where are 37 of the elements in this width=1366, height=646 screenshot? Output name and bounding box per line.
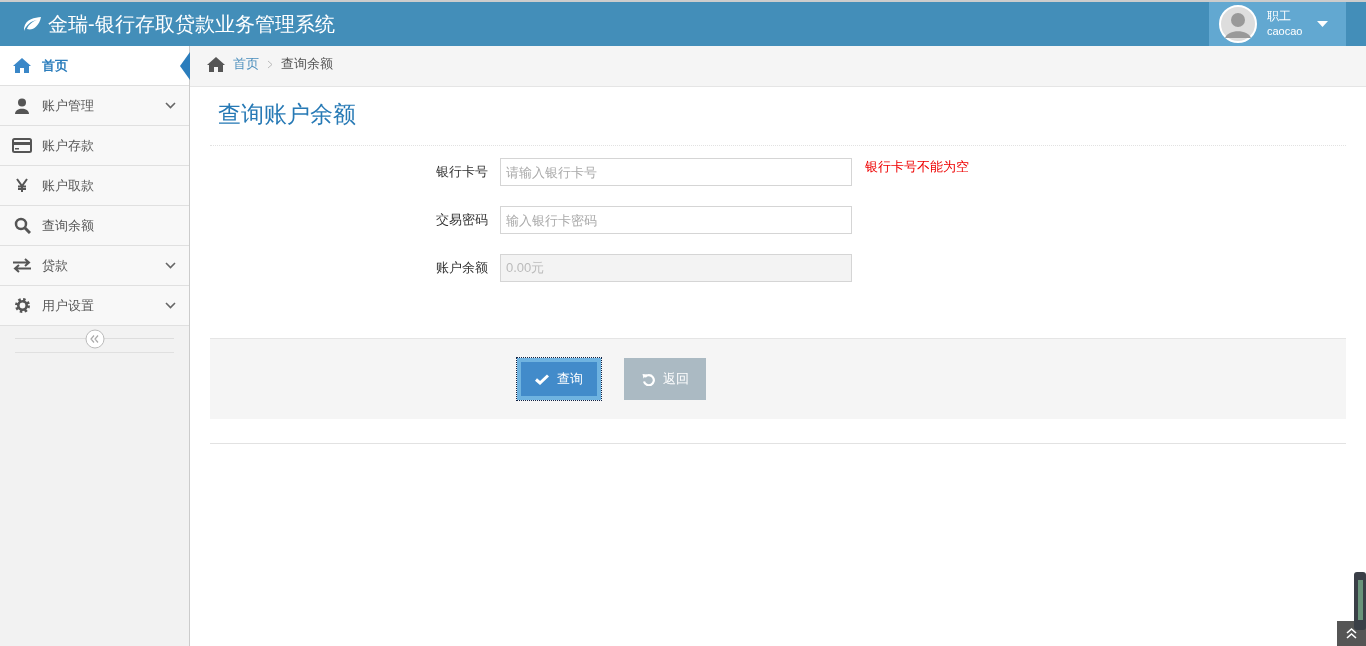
app-title: 金瑞-银行存取贷款业务管理系统 <box>48 11 335 37</box>
credit-card-icon <box>12 138 32 153</box>
checkmark-icon <box>535 373 549 385</box>
home-icon <box>13 58 31 73</box>
input-field[interactable]: 输入银行卡密码 <box>500 206 852 234</box>
user-icon <box>14 97 30 114</box>
error-message: 银行卡号不能为空 <box>865 158 969 176</box>
chevron-right-icon <box>267 59 273 69</box>
chevron-down-icon <box>165 102 176 109</box>
field-label: 交易密码 <box>435 211 488 229</box>
sidebar-item[interactable]: 贷款 <box>0 246 189 286</box>
chevron-down-icon <box>165 302 176 309</box>
user-name: caocao <box>1267 24 1304 39</box>
field-label: 账户余额 <box>435 259 488 277</box>
sidebar-item[interactable]: 账户存款 <box>0 126 189 166</box>
avatar-icon <box>1219 5 1257 43</box>
yen-icon <box>16 178 28 193</box>
search-icon <box>13 217 31 234</box>
sidebar-item[interactable]: 账户取款 <box>0 166 189 206</box>
user-role: 职工 <box>1267 9 1292 24</box>
undo-icon <box>641 372 655 386</box>
sidebar-item[interactable]: 查询余额 <box>0 206 189 246</box>
page-title: 查询账户余额 <box>210 87 1346 146</box>
sidebar-item[interactable]: 用户设置 <box>0 286 189 326</box>
sidebar-item[interactable]: 首页 <box>0 46 189 86</box>
leaf-icon <box>22 16 42 32</box>
caret-icon <box>1317 21 1328 27</box>
gear-icon <box>13 297 31 314</box>
breadcrumb-current: 查询余额 <box>281 55 333 73</box>
input-field[interactable]: 请输入银行卡号 <box>500 158 852 186</box>
sidebar-item[interactable]: 账户管理 <box>0 86 189 126</box>
side-meter-drawing <box>1354 572 1366 630</box>
query-button[interactable]: 查询 <box>517 358 601 400</box>
field-label: 银行卡号 <box>435 163 488 181</box>
chevron-down-icon <box>165 262 176 269</box>
exchange-icon <box>12 258 32 273</box>
home-icon <box>207 56 225 72</box>
